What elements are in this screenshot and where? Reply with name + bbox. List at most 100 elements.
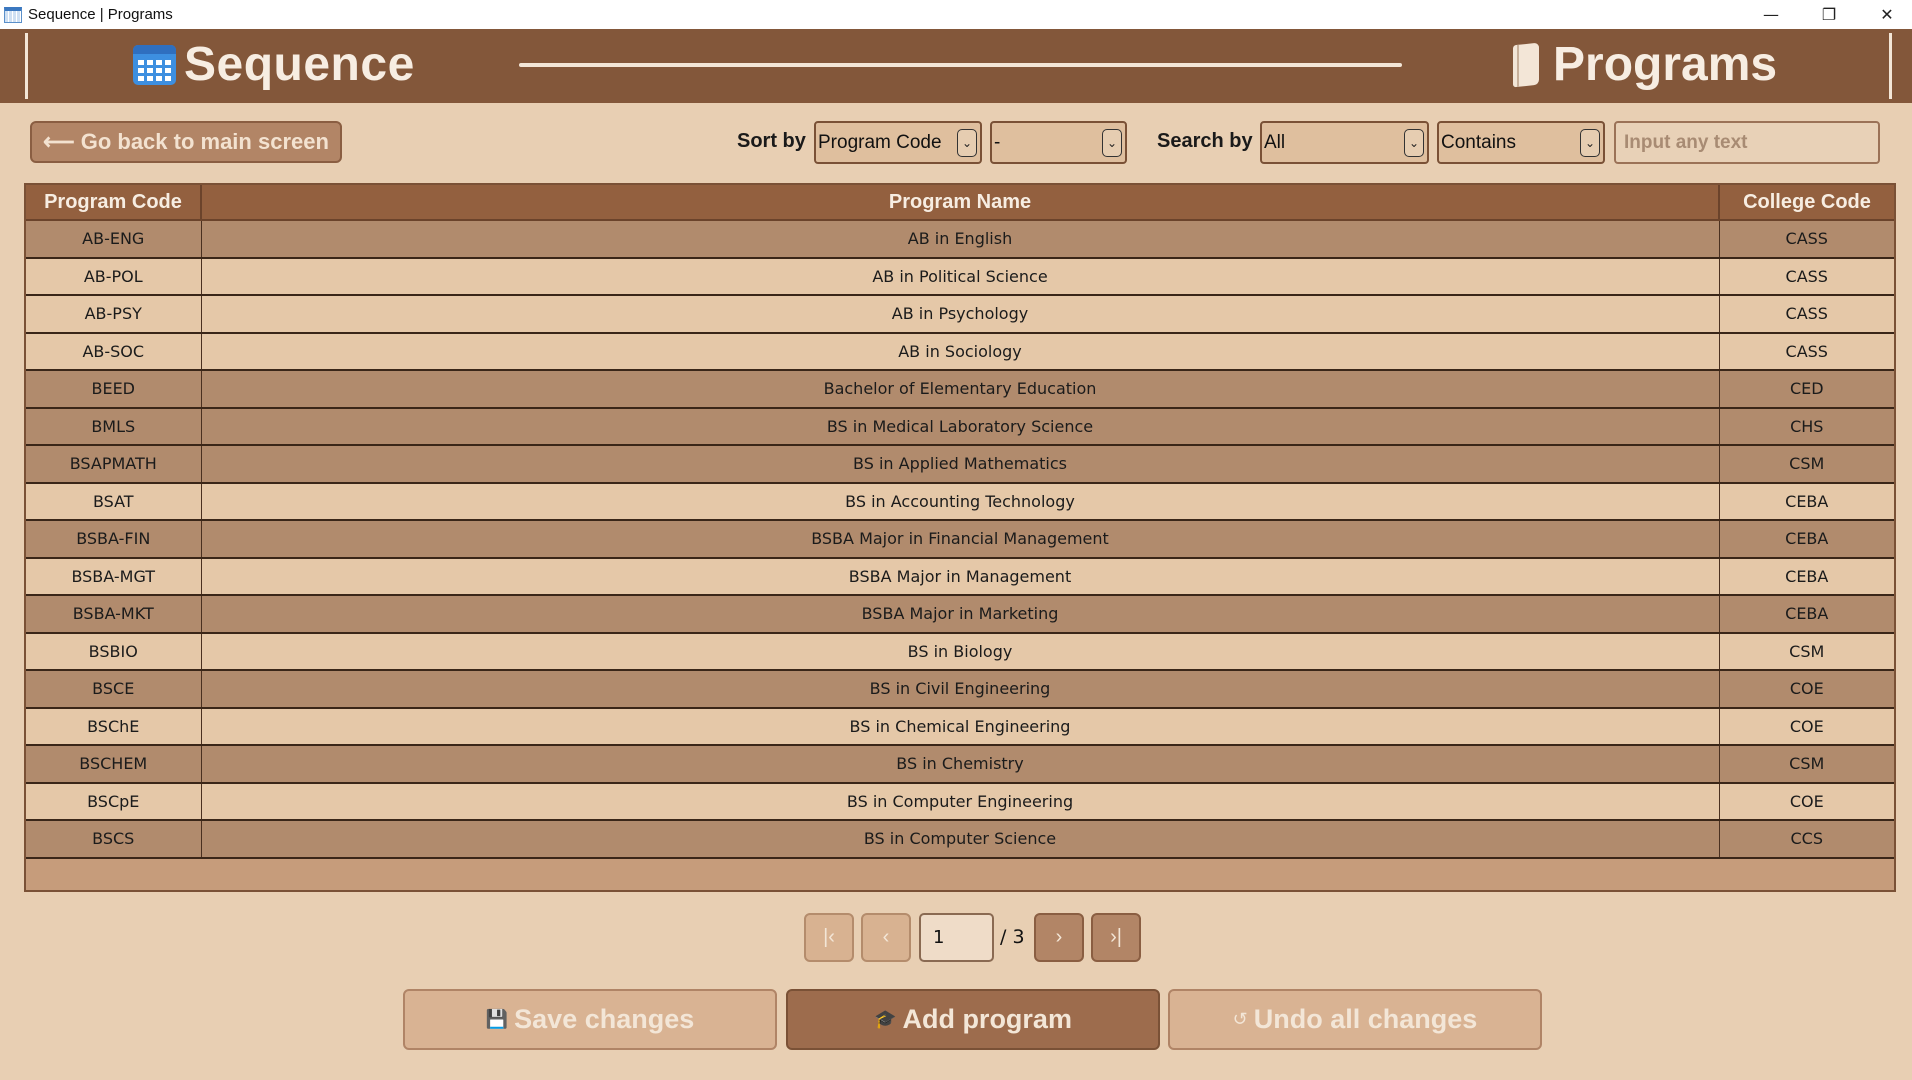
cell-program-name[interactable]: BSBA Major in Management: [201, 557, 1720, 596]
cell-college-code[interactable]: CCS: [1719, 820, 1894, 859]
cell-program-code[interactable]: AB-SOC: [26, 332, 202, 371]
cell-program-name[interactable]: BS in Medical Laboratory Science: [201, 407, 1720, 446]
table-row[interactable]: BSCHEM BS in Chemistry CSM: [26, 745, 1894, 784]
table-row[interactable]: BMLS BS in Medical Laboratory Science CHS: [26, 407, 1894, 446]
add-program-label: Add program: [902, 1004, 1072, 1034]
table-row[interactable]: BSCpE BS in Computer Engineering COE: [26, 782, 1894, 821]
search-input[interactable]: [1614, 121, 1880, 164]
cell-program-code[interactable]: AB-POL: [26, 257, 202, 296]
undo-all-button[interactable]: ↺ Undo all changes: [1168, 989, 1542, 1050]
table-row[interactable]: BSChE BS in Chemical Engineering COE: [26, 707, 1894, 746]
cell-college-code[interactable]: CSM: [1719, 745, 1894, 784]
cell-program-code[interactable]: AB-ENG: [26, 220, 202, 259]
cell-college-code[interactable]: COE: [1719, 670, 1894, 709]
cell-college-code[interactable]: CEBA: [1719, 595, 1894, 634]
restore-button[interactable]: ❐: [1800, 0, 1858, 29]
table-row[interactable]: AB-POL AB in Political Science CASS: [26, 257, 1894, 296]
cell-college-code[interactable]: CED: [1719, 370, 1894, 409]
table-header-row: Program Code Program Name College Code: [26, 185, 1894, 221]
table-body: AB-ENG AB in English CASS AB-POL AB in Polit…: [26, 220, 1894, 859]
cell-program-name[interactable]: BS in Computer Science: [201, 820, 1720, 859]
table-row[interactable]: BSBIO BS in Biology CSM: [26, 632, 1894, 671]
sort-order-select[interactable]: - ⌄: [990, 121, 1127, 164]
cell-program-code[interactable]: BSCE: [26, 670, 202, 709]
table-row[interactable]: AB-PSY AB in Psychology CASS: [26, 295, 1894, 334]
cell-program-name[interactable]: BS in Civil Engineering: [201, 670, 1720, 709]
cell-program-name[interactable]: BSBA Major in Marketing: [201, 595, 1720, 634]
table-row[interactable]: BSAPMATH BS in Applied Mathematics CSM: [26, 445, 1894, 484]
add-program-button[interactable]: 🎓 Add program: [786, 989, 1160, 1050]
window-title: Sequence | Programs: [28, 6, 173, 23]
cell-program-name[interactable]: AB in English: [201, 220, 1720, 259]
cell-college-code[interactable]: CASS: [1719, 332, 1894, 371]
cell-college-code[interactable]: CEBA: [1719, 557, 1894, 596]
cell-program-name[interactable]: BS in Chemical Engineering: [201, 707, 1720, 746]
table-row[interactable]: BSCS BS in Computer Science CCS: [26, 820, 1894, 859]
table-row[interactable]: BSAT BS in Accounting Technology CEBA: [26, 482, 1894, 521]
cell-program-code[interactable]: BSBA-MKT: [26, 595, 202, 634]
cell-program-name[interactable]: BS in Biology: [201, 632, 1720, 671]
prev-page-button[interactable]: ‹: [861, 913, 911, 962]
first-page-button[interactable]: |‹: [804, 913, 854, 962]
cell-program-code[interactable]: AB-PSY: [26, 295, 202, 334]
table-row[interactable]: AB-SOC AB in Sociology CASS: [26, 332, 1894, 371]
column-header-program-code[interactable]: Program Code: [26, 185, 202, 221]
table-row[interactable]: AB-ENG AB in English CASS: [26, 220, 1894, 259]
cell-program-code[interactable]: BEED: [26, 370, 202, 409]
cell-program-code[interactable]: BSCHEM: [26, 745, 202, 784]
cell-program-name[interactable]: BS in Chemistry: [201, 745, 1720, 784]
cell-college-code[interactable]: CASS: [1719, 257, 1894, 296]
cell-college-code[interactable]: CASS: [1719, 295, 1894, 334]
next-page-button[interactable]: ›: [1034, 913, 1084, 962]
last-page-button[interactable]: ›|: [1091, 913, 1141, 962]
table-row[interactable]: BSBA-MKT BSBA Major in Marketing CEBA: [26, 595, 1894, 634]
chevron-down-icon: ⌄: [1404, 129, 1424, 157]
cell-program-code[interactable]: BSAPMATH: [26, 445, 202, 484]
cell-college-code[interactable]: CSM: [1719, 445, 1894, 484]
search-field-select[interactable]: All ⌄: [1260, 121, 1429, 164]
table-row[interactable]: BSBA-FIN BSBA Major in Financial Manageme…: [26, 520, 1894, 559]
cell-program-name[interactable]: AB in Psychology: [201, 295, 1720, 334]
programs-table: Program Code Program Name College Code A…: [24, 183, 1896, 892]
cell-program-code[interactable]: BSCpE: [26, 782, 202, 821]
cell-program-name[interactable]: AB in Sociology: [201, 332, 1720, 371]
cell-program-name[interactable]: BS in Accounting Technology: [201, 482, 1720, 521]
chevron-left-icon: ‹: [882, 926, 890, 948]
cell-college-code[interactable]: CHS: [1719, 407, 1894, 446]
table-row[interactable]: BSCE BS in Civil Engineering COE: [26, 670, 1894, 709]
column-header-program-name[interactable]: Program Name: [201, 185, 1720, 221]
cell-college-code[interactable]: CSM: [1719, 632, 1894, 671]
back-to-main-button[interactable]: ⟵ Go back to main screen: [30, 121, 342, 163]
cell-program-code[interactable]: BSBIO: [26, 632, 202, 671]
cell-program-name[interactable]: Bachelor of Elementary Education: [201, 370, 1720, 409]
cell-program-code[interactable]: BSBA-FIN: [26, 520, 202, 559]
chevron-right-icon: ›: [1055, 926, 1063, 948]
header-divider-right: [1889, 33, 1892, 99]
page-total: / 3: [1000, 926, 1025, 948]
cell-program-code[interactable]: BSAT: [26, 482, 202, 521]
column-header-college-code[interactable]: College Code: [1719, 185, 1894, 221]
close-button[interactable]: ✕: [1858, 0, 1912, 29]
cell-program-name[interactable]: BS in Applied Mathematics: [201, 445, 1720, 484]
cell-program-name[interactable]: AB in Political Science: [201, 257, 1720, 296]
cell-college-code[interactable]: CEBA: [1719, 482, 1894, 521]
cell-program-code[interactable]: BSBA-MGT: [26, 557, 202, 596]
sort-field-select[interactable]: Program Code ⌄: [814, 121, 982, 164]
cell-college-code[interactable]: COE: [1719, 782, 1894, 821]
page-number-input[interactable]: [919, 913, 994, 962]
cell-program-name[interactable]: BSBA Major in Financial Management: [201, 520, 1720, 559]
cell-program-code[interactable]: BSChE: [26, 707, 202, 746]
cell-program-code[interactable]: BMLS: [26, 407, 202, 446]
cell-college-code[interactable]: COE: [1719, 707, 1894, 746]
table-row[interactable]: BEED Bachelor of Elementary Education CED: [26, 370, 1894, 409]
cell-college-code[interactable]: CEBA: [1719, 520, 1894, 559]
table-row[interactable]: BSBA-MGT BSBA Major in Management CEBA: [26, 557, 1894, 596]
graduate-icon: 🎓: [874, 1009, 897, 1029]
header-line: [519, 63, 1402, 67]
cell-program-code[interactable]: BSCS: [26, 820, 202, 859]
minimize-button[interactable]: —: [1742, 0, 1800, 29]
cell-program-name[interactable]: BS in Computer Engineering: [201, 782, 1720, 821]
save-changes-button[interactable]: 💾 Save changes: [403, 989, 777, 1050]
search-mode-select[interactable]: Contains ⌄: [1437, 121, 1605, 164]
cell-college-code[interactable]: CASS: [1719, 220, 1894, 259]
